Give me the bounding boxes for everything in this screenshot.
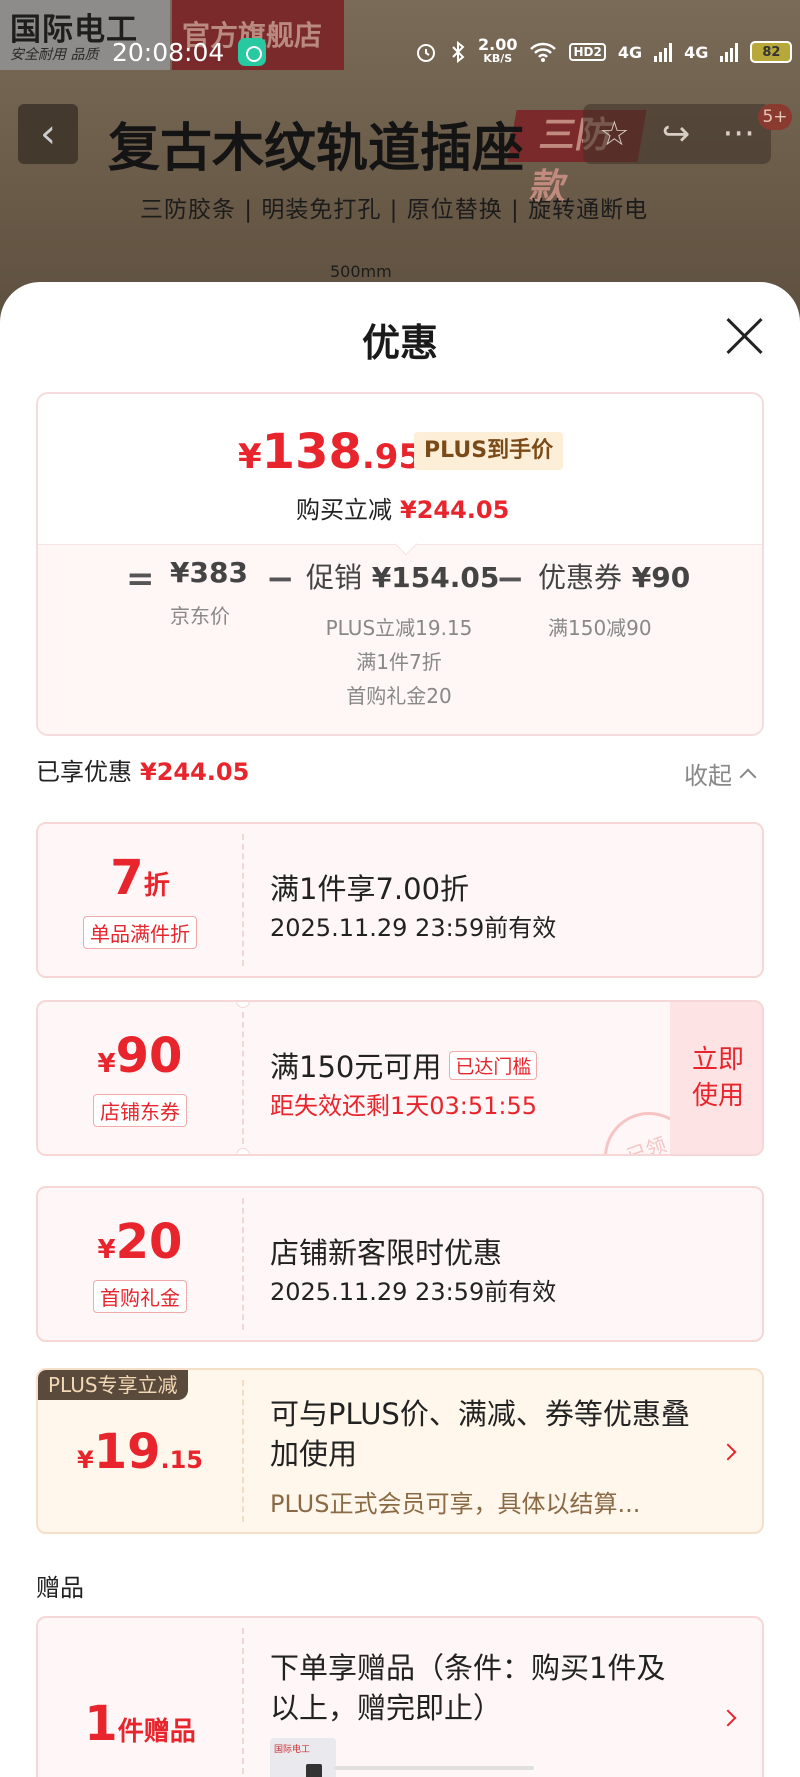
coupon-left: ¥90 店铺东券 xyxy=(38,1002,242,1154)
network-speed: 2.00 KB/S xyxy=(478,35,518,66)
coupon-divider xyxy=(242,1198,244,1330)
message-count-badge: 5+ xyxy=(758,104,792,130)
app-notification-icon xyxy=(238,38,266,66)
store-coupon-item[interactable]: ¥90 店铺东券 满150元可用 已达门槛 距失效还剩1天03:51:55 已领 … xyxy=(36,1000,764,1156)
coupon-divider xyxy=(242,1380,244,1522)
minus-sign: − xyxy=(496,559,525,599)
discount-item-single[interactable]: 7折 单品满件折 满1件享7.00折 2025.11.29 23:59前有效 xyxy=(36,822,764,978)
jd-price-value: ¥383 xyxy=(170,556,248,589)
feature-line: 三防胶条 | 明装免打孔 | 原位替换 | 旋转通断电 xyxy=(140,197,649,223)
back-button[interactable]: ‹ xyxy=(18,104,78,164)
coupon-detail: 满150减90 xyxy=(548,616,652,640)
signal-icon-2 xyxy=(720,42,739,62)
equals-sign: = xyxy=(126,559,155,599)
gift-title: 下单享赠品（条件：购买1件及以上，赠完即止） xyxy=(270,1651,666,1725)
product-title: 复古木纹轨道插座 xyxy=(108,119,525,179)
coupon-left: ¥20 首购礼金 xyxy=(38,1188,242,1340)
coupon-divider xyxy=(242,1012,244,1144)
wifi-icon xyxy=(530,42,557,62)
coupon-value: ¥20 xyxy=(97,1214,183,1270)
sheet-title: 优惠 xyxy=(361,321,438,365)
bluetooth-icon xyxy=(452,40,465,64)
star-icon[interactable]: ☆ xyxy=(599,114,629,154)
chevron-right-icon xyxy=(719,1443,737,1461)
plus-subtitle: PLUS正式会员可享，具体以结算... xyxy=(270,1490,641,1518)
first-purchase-gift-item[interactable]: ¥20 首购礼金 店铺新客限时优惠 2025.11.29 23:59前有效 xyxy=(36,1186,764,1342)
coupon-value: ¥90 xyxy=(97,1028,183,1084)
gift-section-heading: 赠品 xyxy=(36,1574,84,1602)
status-bar: 20:08:04 2.00 KB/S HD2 4G 4G 82 xyxy=(0,30,800,72)
share-icon[interactable]: ↪ xyxy=(662,114,691,154)
size-label: 500mm xyxy=(330,262,392,281)
coupon-countdown: 距失效还剩1天03:51:55 xyxy=(270,1092,538,1120)
coupon-type-tag: 店铺东券 xyxy=(93,1094,187,1127)
sim1-label: 4G xyxy=(617,42,643,62)
gift-item[interactable]: 1件赠品 下单享赠品（条件：购买1件及以上，赠完即止） 国际电工 xyxy=(36,1616,764,1777)
sim2-label: 4G xyxy=(684,42,709,62)
back-icon: ‹ xyxy=(40,111,56,157)
plus-exclusive-badge: PLUS专享立减 xyxy=(38,1370,188,1400)
threshold-reached-tag: 已达门槛 xyxy=(449,1051,538,1080)
alarm-icon xyxy=(417,44,435,62)
coupon-left: 7折 单品满件折 xyxy=(38,824,242,976)
chevron-up-icon xyxy=(739,768,757,786)
discount-sheet: 优惠 ¥138.95 PLUS到手价 购买立减 ¥244.05 = ¥383 京东… xyxy=(0,282,800,1777)
coupon-divider xyxy=(242,1628,244,1777)
status-time: 20:08:04 xyxy=(112,38,225,67)
status-icons: 2.00 KB/S HD2 4G 4G 82 xyxy=(414,35,793,68)
plus-title: 可与PLUS价、满减、券等优惠叠加使用 xyxy=(270,1397,690,1471)
minus-sign: − xyxy=(266,559,295,599)
price-breakdown-card: ¥138.95 PLUS到手价 购买立减 ¥244.05 = ¥383 京东价 −… xyxy=(36,392,764,736)
coupon-title: 满150元可用 已达门槛 xyxy=(270,1044,538,1086)
coupon-title: 店铺新客限时优惠 xyxy=(270,1236,503,1270)
total-reduction: 购买立减 ¥244.05 xyxy=(296,496,510,524)
coupon-validity: 2025.11.29 23:59前有效 xyxy=(270,914,557,942)
promotion-value: 促销 ¥154.05 xyxy=(306,561,500,594)
chevron-right-icon xyxy=(719,1709,737,1727)
close-icon[interactable] xyxy=(720,312,770,362)
battery-icon: 82 xyxy=(750,41,793,63)
home-indicator xyxy=(334,1766,534,1770)
plus-discount-item[interactable]: PLUS专享立减 ¥19.15 可与PLUS价、满减、券等优惠叠加使用 PLUS… xyxy=(36,1368,764,1534)
use-now-label-line2: 使用 xyxy=(691,1081,744,1111)
product-page-background: 国际电工 安全耐用 品质 官方旗舰店 20:08:04 2.00 KB/S HD… xyxy=(0,0,800,320)
coupon-value: 7折 xyxy=(110,850,170,906)
nav-actions: ☆ ↪ ··· xyxy=(583,104,771,164)
promotion-detail-3: 首购礼金20 xyxy=(346,684,452,708)
hd-voice-icon: HD2 xyxy=(569,43,606,61)
gift-thumbnail: 国际电工 xyxy=(270,1738,336,1777)
enjoyed-discount: 已享优惠 ¥244.05 xyxy=(36,758,250,786)
coupon-type-tag: 首购礼金 xyxy=(93,1280,187,1313)
plus-discount-value: ¥19.15 xyxy=(76,1424,203,1480)
signal-icon-1 xyxy=(654,42,673,62)
more-icon[interactable]: ··· xyxy=(722,114,754,154)
plus-price-tag: PLUS到手价 xyxy=(414,432,564,470)
coupon-divider xyxy=(242,834,244,966)
coupon-title: 满1件享7.00折 xyxy=(270,872,470,906)
use-now-label-line1: 立即 xyxy=(691,1045,744,1075)
collapse-button[interactable]: 收起 xyxy=(684,756,757,791)
promotion-detail-1: PLUS立减19.15 xyxy=(325,616,473,640)
coupon-validity: 2025.11.29 23:59前有效 xyxy=(270,1278,557,1306)
jd-price-label: 京东价 xyxy=(170,604,230,628)
coupon-value: 优惠券 ¥90 xyxy=(538,561,691,594)
gift-count: 1件赠品 xyxy=(84,1696,196,1752)
final-price: ¥138.95 xyxy=(238,424,423,480)
promotion-detail-2: 满1件7折 xyxy=(356,650,442,674)
use-now-button[interactable]: 立即 使用 xyxy=(670,1002,762,1154)
coupon-type-tag: 单品满件折 xyxy=(83,916,197,949)
